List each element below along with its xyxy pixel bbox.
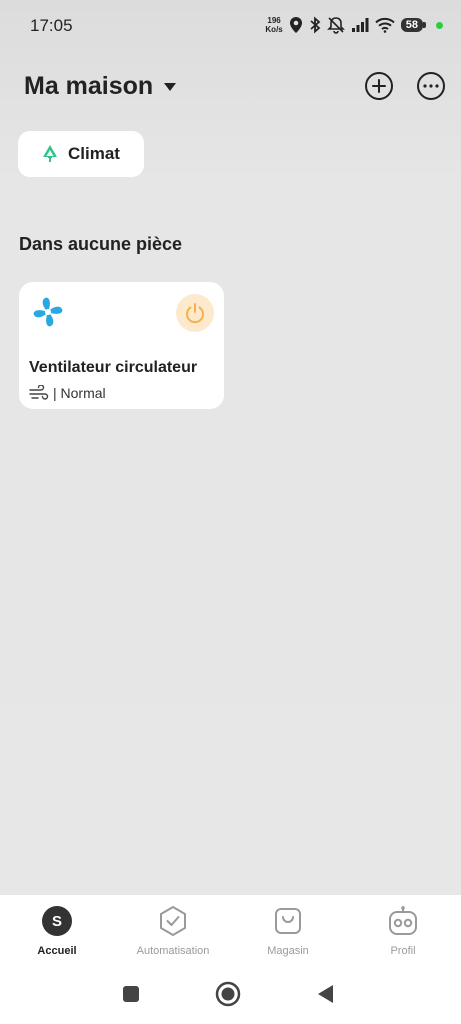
status-bar: 17:05 196 Ko/s 58 [0,0,461,52]
battery-level: 58 [400,18,423,32]
scene-chip-climat[interactable]: Climat [18,131,144,177]
tree-icon [43,145,57,162]
privacy-dot-icon [436,21,443,29]
recents-button[interactable] [121,984,141,1004]
status-icons: 196 Ko/s 58 [265,14,443,36]
location-icon [289,17,302,33]
robot-icon [389,906,417,935]
net-speed: 196 Ko/s [265,16,283,34]
add-button[interactable] [365,72,393,100]
page-title: Ma maison [24,72,154,100]
shopping-bag-icon [275,908,301,934]
section-title: Dans aucune pièce [19,234,183,254]
home-selector[interactable]: Ma maison [24,72,177,101]
battery-icon [423,22,426,28]
more-dots-icon [423,84,439,88]
device-card[interactable]: Ventilateur circulateur | Normal [19,282,224,409]
power-button[interactable] [176,294,214,332]
fan-icon [33,297,63,327]
nav-profil[interactable]: Profil [348,905,458,957]
nav-label-accueil: Accueil [37,945,77,957]
avatar: S [42,906,72,936]
more-options-button[interactable] [417,72,445,100]
nav-magasin[interactable]: Magasin [233,905,343,957]
nav-accueil[interactable]: S Accueil [2,905,112,957]
device-status: | Normal [29,385,106,401]
power-icon [186,303,204,324]
system-nav-bar [0,975,461,1015]
mute-icon [326,17,345,34]
plus-icon [372,79,386,93]
signal-icon [351,18,369,32]
device-name: Ventilateur circulateur [29,359,198,376]
status-time: 17:05 [30,16,73,35]
device-mode: | Normal [53,385,106,401]
bluetooth-icon [310,16,321,34]
nav-label-automatisation: Automatisation [136,945,210,957]
wifi-icon [375,17,395,33]
home-button[interactable] [215,981,241,1007]
shield-check-icon [160,906,186,936]
nav-label-magasin: Magasin [267,945,309,957]
nav-label-profil: Profil [390,945,416,957]
caret-down-icon [164,82,177,91]
wind-icon [29,385,49,400]
nav-automatisation[interactable]: Automatisation [118,905,228,957]
back-button[interactable] [315,983,335,1005]
header-actions [365,72,445,100]
scene-chip-label: Climat [68,144,120,163]
battery-indicator: 58 [400,18,426,32]
